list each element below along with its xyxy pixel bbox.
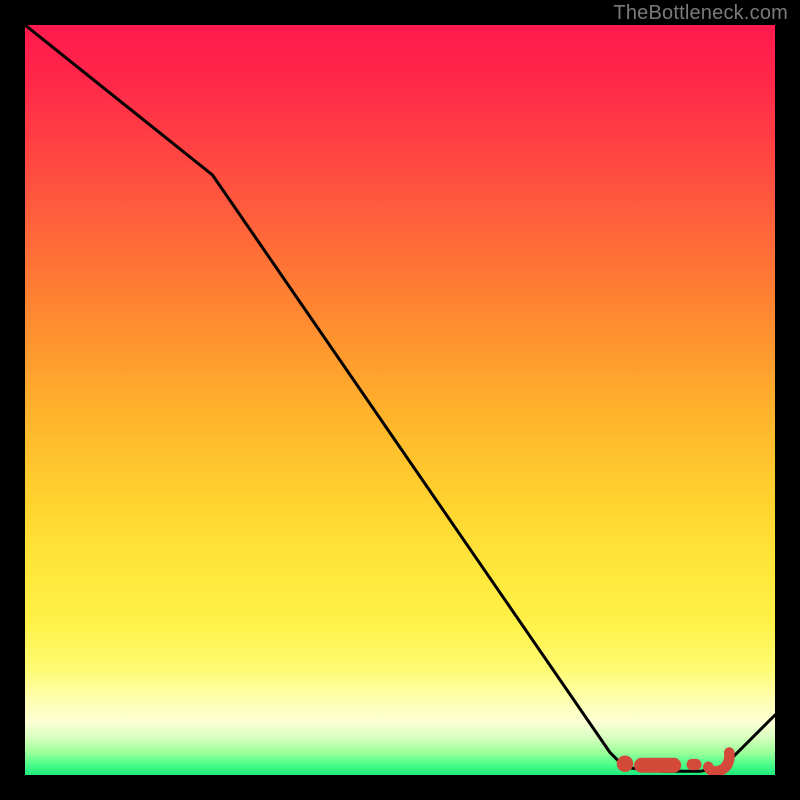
optimal-dot-1 bbox=[617, 756, 634, 773]
bottleneck-curve-path bbox=[25, 25, 775, 771]
optimal-dash bbox=[687, 759, 702, 770]
optimal-curl bbox=[708, 753, 729, 772]
plot-area bbox=[25, 25, 775, 775]
watermark-text: TheBottleneck.com bbox=[613, 2, 788, 25]
curve-group bbox=[25, 25, 775, 771]
optimal-lozenge bbox=[634, 758, 681, 773]
chart-container: TheBottleneck.com bbox=[0, 0, 800, 800]
chart-svg bbox=[25, 25, 775, 775]
